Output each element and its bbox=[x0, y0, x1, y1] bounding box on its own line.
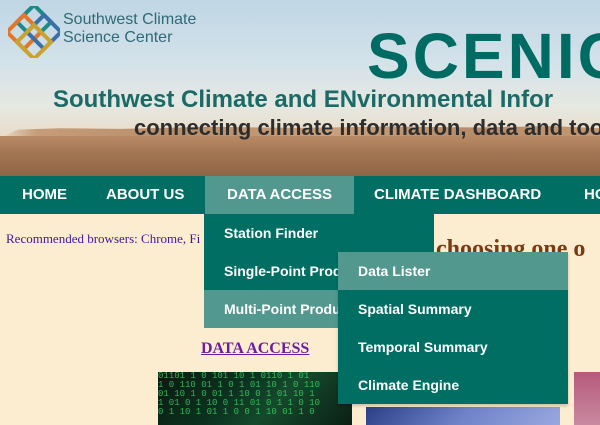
nav-about-us[interactable]: ABOUT US bbox=[106, 176, 184, 214]
site-subtitle: Southwest Climate and ENvironmental Info… bbox=[53, 86, 554, 113]
nav-more[interactable]: HO bbox=[584, 176, 600, 214]
org-name-line1: Southwest Climate bbox=[63, 11, 197, 28]
site-title: SCENIC bbox=[367, 20, 600, 92]
menu-station-finder[interactable]: Station Finder bbox=[204, 214, 434, 252]
recommended-browsers-note: Recommended browsers: Chrome, Fi bbox=[6, 231, 201, 246]
single-point-submenu: Data Lister Spatial Summary Temporal Sum… bbox=[338, 252, 568, 404]
submenu-climate-engine[interactable]: Climate Engine bbox=[338, 366, 568, 404]
data-access-section-link[interactable]: DATA ACCESS bbox=[201, 340, 309, 358]
dashboard-thumbnail[interactable] bbox=[366, 407, 560, 425]
nav-home[interactable]: HOME bbox=[22, 176, 67, 214]
data-access-thumbnail[interactable]: 01101 1 0 101 10 1 0110 1 01 1 0 110 01 … bbox=[158, 372, 352, 425]
submenu-data-lister[interactable]: Data Lister bbox=[338, 252, 568, 290]
binary-pattern-icon: 01101 1 0 101 10 1 0110 1 01 1 0 110 01 … bbox=[158, 372, 321, 417]
header-banner: Southwest Climate Science Center SCENIC … bbox=[0, 0, 600, 176]
org-name[interactable]: Southwest Climate Science Center bbox=[63, 11, 196, 47]
nav-climate-dashboard[interactable]: CLIMATE DASHBOARD bbox=[374, 176, 541, 214]
cliff-base bbox=[0, 136, 600, 176]
submenu-spatial-summary[interactable]: Spatial Summary bbox=[338, 290, 568, 328]
submenu-temporal-summary[interactable]: Temporal Summary bbox=[338, 328, 568, 366]
nav-data-access[interactable]: DATA ACCESS bbox=[205, 176, 354, 214]
swcsc-logo-icon[interactable] bbox=[8, 6, 60, 58]
main-nav: HOME ABOUT US DATA ACCESS CLIMATE DASHBO… bbox=[0, 176, 600, 214]
org-name-line2: Science Center bbox=[63, 29, 173, 46]
site-tagline: connecting climate information, data and… bbox=[134, 115, 600, 140]
third-thumbnail[interactable] bbox=[574, 372, 600, 425]
